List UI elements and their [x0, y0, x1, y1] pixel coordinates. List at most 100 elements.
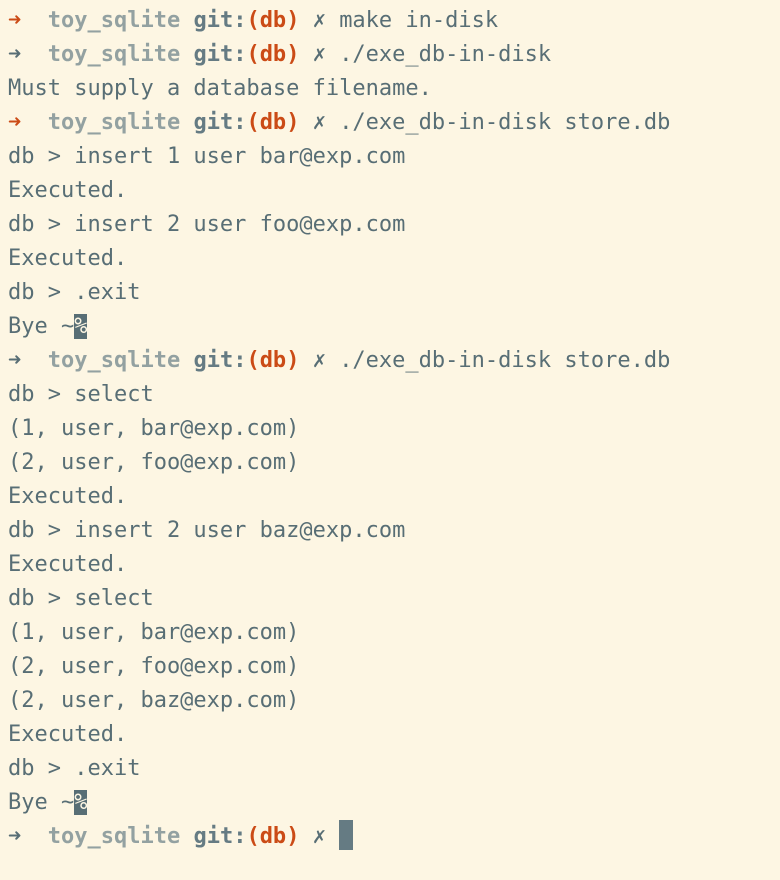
output-text: db > select: [8, 382, 154, 407]
output-line: db > .exit: [8, 276, 780, 310]
prompt-arrow-icon: ➜: [8, 110, 22, 135]
prompt-close-paren: ): [286, 8, 300, 33]
output-text: db > .exit: [8, 280, 141, 305]
command-text: ./exe_db-in-disk store.db: [339, 348, 671, 373]
output-text: db > insert 2 user baz@exp.com: [8, 518, 406, 543]
prompt-line: ➜ toy_sqlite git:(db) ✗: [8, 820, 780, 854]
output-line: Executed.: [8, 242, 780, 276]
command-text: ./exe_db-in-disk store.db: [339, 110, 671, 135]
output-text: db > select: [8, 586, 154, 611]
git-dirty-icon: ✗: [312, 348, 326, 373]
output-text: (1, user, bar@exp.com): [8, 620, 300, 645]
output-line: (2, user, foo@exp.com): [8, 650, 780, 684]
prompt-git-branch: db: [259, 110, 287, 135]
prompt-git-label: git:: [193, 110, 247, 135]
prompt-git-branch: db: [259, 348, 287, 373]
output-text: Executed.: [8, 552, 128, 577]
git-dirty-icon: ✗: [312, 8, 326, 33]
prompt-git-branch: db: [259, 824, 287, 849]
prompt-directory: toy_sqlite: [47, 42, 181, 67]
output-text: Must supply a database filename.: [8, 76, 432, 101]
command-text: ./exe_db-in-disk: [339, 42, 552, 67]
output-line: (1, user, bar@exp.com): [8, 412, 780, 446]
output-line: db > .exit: [8, 752, 780, 786]
git-dirty-icon: ✗: [312, 110, 326, 135]
output-line: (2, user, baz@exp.com): [8, 684, 780, 718]
output-line: Executed.: [8, 174, 780, 208]
output-line: Bye ~%: [8, 786, 780, 820]
output-text: Executed.: [8, 484, 128, 509]
prompt-line: ➜ toy_sqlite git:(db) ✗ make in-disk: [8, 4, 780, 38]
output-text: db > insert 1 user bar@exp.com: [8, 144, 406, 169]
output-text: (2, user, foo@exp.com): [8, 654, 300, 679]
prompt-arrow-icon: ➜: [8, 824, 22, 849]
prompt-git-label: git:: [193, 824, 247, 849]
output-line: db > insert 2 user baz@exp.com: [8, 514, 780, 548]
output-text: db > .exit: [8, 756, 141, 781]
partial-line-marker: %: [74, 314, 88, 339]
prompt-directory: toy_sqlite: [47, 824, 181, 849]
prompt-arrow-icon: ➜: [8, 42, 22, 67]
git-dirty-icon: ✗: [312, 824, 326, 849]
output-text: Bye ~: [8, 314, 75, 339]
output-line: db > select: [8, 582, 780, 616]
terminal-cursor[interactable]: [339, 820, 354, 850]
output-text: Executed.: [8, 722, 128, 747]
prompt-git-label: git:: [193, 8, 247, 33]
output-text: (2, user, foo@exp.com): [8, 450, 300, 475]
prompt-git-branch: db: [259, 42, 287, 67]
output-line: Bye ~%: [8, 310, 780, 344]
prompt-line: ➜ toy_sqlite git:(db) ✗ ./exe_db-in-disk…: [8, 106, 780, 140]
output-line: Executed.: [8, 548, 780, 582]
terminal-window[interactable]: ➜ toy_sqlite git:(db) ✗ make in-disk ➜ to…: [0, 0, 780, 880]
prompt-directory: toy_sqlite: [47, 110, 181, 135]
output-line: Must supply a database filename.: [8, 72, 780, 106]
prompt-open-paren: (: [246, 42, 260, 67]
prompt-directory: toy_sqlite: [47, 348, 181, 373]
prompt-close-paren: ): [286, 824, 300, 849]
output-line: db > insert 1 user bar@exp.com: [8, 140, 780, 174]
partial-line-marker: %: [74, 790, 88, 815]
prompt-open-paren: (: [246, 348, 260, 373]
output-text: db > insert 2 user foo@exp.com: [8, 212, 406, 237]
prompt-git-label: git:: [193, 348, 247, 373]
prompt-open-paren: (: [246, 8, 260, 33]
prompt-git-label: git:: [193, 42, 247, 67]
prompt-close-paren: ): [286, 110, 300, 135]
output-line: Executed.: [8, 480, 780, 514]
prompt-close-paren: ): [286, 348, 300, 373]
prompt-arrow-icon: ➜: [8, 8, 22, 33]
output-line: db > insert 2 user foo@exp.com: [8, 208, 780, 242]
output-line: Executed.: [8, 718, 780, 752]
command-text: make in-disk: [339, 8, 499, 33]
prompt-close-paren: ): [286, 42, 300, 67]
output-text: (1, user, bar@exp.com): [8, 416, 300, 441]
prompt-open-paren: (: [246, 824, 260, 849]
prompt-line: ➜ toy_sqlite git:(db) ✗ ./exe_db-in-disk: [8, 38, 780, 72]
output-text: Executed.: [8, 178, 128, 203]
prompt-git-branch: db: [259, 8, 287, 33]
output-text: Executed.: [8, 246, 128, 271]
output-text: Bye ~: [8, 790, 75, 815]
output-line: db > select: [8, 378, 780, 412]
prompt-arrow-icon: ➜: [8, 348, 22, 373]
